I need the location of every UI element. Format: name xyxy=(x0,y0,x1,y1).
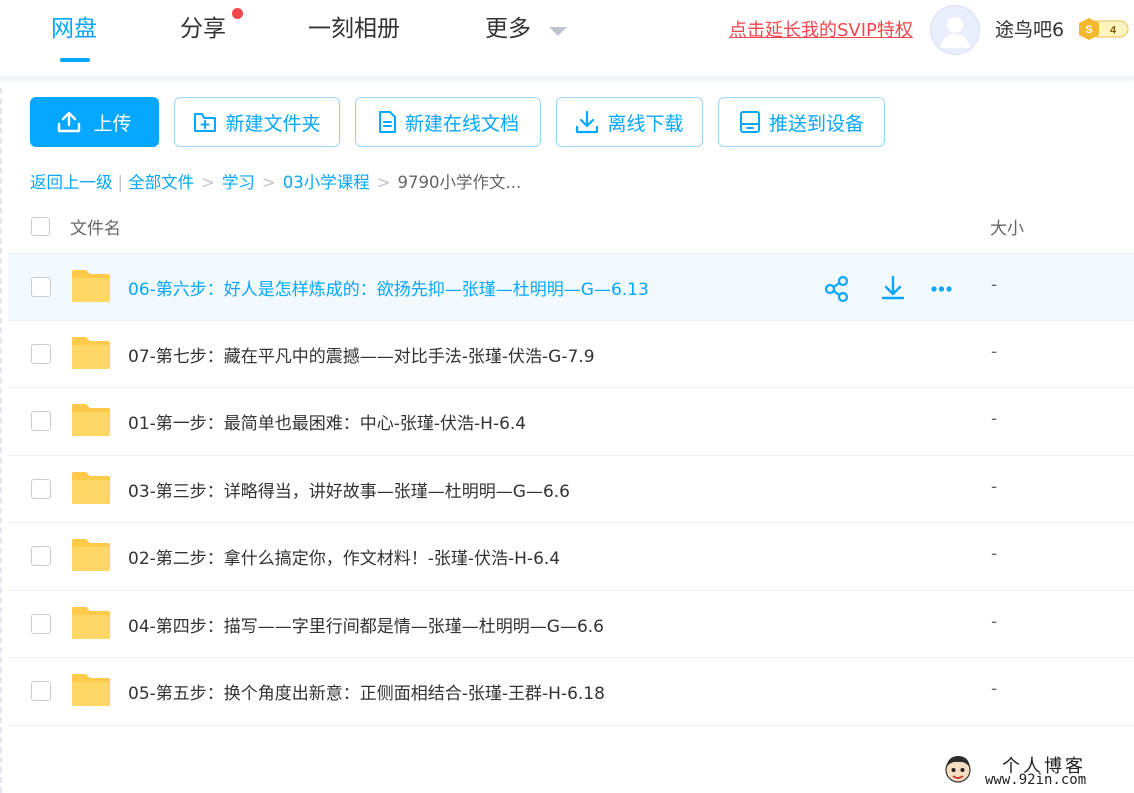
tab-album[interactable]: 一刻相册 xyxy=(308,12,400,46)
new-folder-label: 新建文件夹 xyxy=(225,112,321,135)
breadcrumb-current: 9790小学作文... xyxy=(397,173,522,192)
folder-plus-icon xyxy=(194,113,217,132)
file-size: - xyxy=(991,544,998,564)
push-device-label: 推送到设备 xyxy=(768,112,864,135)
table-row[interactable]: 01-第一步：最简单也最困难：中心-张瑾-伏浩-H-6.4 - xyxy=(8,387,1134,454)
vip-level-number: 4 xyxy=(1110,25,1117,37)
folder-icon xyxy=(72,539,110,571)
file-size: - xyxy=(991,275,998,295)
table-row[interactable]: 07-第七步：藏在平凡中的震撼——对比手法-张瑾-伏浩-G-7.9 - xyxy=(8,320,1134,387)
table-row[interactable]: 02-第二步：拿什么搞定你，作文材料！-张瑾-伏浩-H-6.4 - xyxy=(8,522,1134,589)
active-tab-indicator xyxy=(60,58,90,62)
row-checkbox[interactable] xyxy=(31,411,51,431)
file-name[interactable]: 07-第七步：藏在平凡中的震撼——对比手法-张瑾-伏浩-G-7.9 xyxy=(128,342,595,367)
breadcrumb-back[interactable]: 返回上一级 xyxy=(30,173,113,192)
file-name[interactable]: 04-第四步：描写——字里行间都是情—张瑾—杜明明—G—6.6 xyxy=(128,612,604,637)
tab-netdisk[interactable]: 网盘 xyxy=(51,12,97,46)
top-nav: 网盘 分享 一刻相册 更多 点击延长我的SVIP特权 途鸟吧6 S 4 xyxy=(0,0,1134,76)
share-icon[interactable] xyxy=(824,275,849,303)
file-size: - xyxy=(991,409,998,429)
breadcrumb-arrow: > xyxy=(376,173,391,192)
row-checkbox[interactable] xyxy=(31,681,51,701)
download-icon[interactable] xyxy=(881,275,905,300)
breadcrumb-primary-course[interactable]: 03小学课程 xyxy=(283,173,370,192)
tab-share[interactable]: 分享 xyxy=(180,12,226,46)
file-name[interactable]: 01-第一步：最简单也最困难：中心-张瑾-伏浩-H-6.4 xyxy=(128,409,526,434)
file-size: - xyxy=(991,612,998,632)
vip-level-badge[interactable]: S 4 xyxy=(1078,17,1130,45)
folder-icon xyxy=(72,472,110,504)
new-doc-label: 新建在线文档 xyxy=(404,112,519,135)
upload-icon xyxy=(58,111,81,133)
row-checkbox[interactable] xyxy=(31,614,51,634)
breadcrumb: 返回上一级 | 全部文件 > 学习 >03小学课程 >9790小学作文... xyxy=(30,169,521,193)
vip-symbol: S xyxy=(1085,24,1092,36)
table-bottom-border xyxy=(8,725,1134,726)
upload-label: 上传 xyxy=(93,112,132,135)
row-checkbox[interactable] xyxy=(31,479,51,499)
row-checkbox[interactable] xyxy=(31,277,51,297)
breadcrumb-study[interactable]: 学习 xyxy=(222,173,255,192)
select-all-checkbox[interactable] xyxy=(31,217,50,236)
more-icon[interactable] xyxy=(931,286,952,292)
row-checkbox[interactable] xyxy=(31,344,51,364)
new-folder-button[interactable]: 新建文件夹 xyxy=(174,97,340,147)
download-icon xyxy=(576,110,599,134)
file-size: - xyxy=(991,477,998,497)
chevron-down-icon[interactable] xyxy=(549,27,567,36)
notification-dot xyxy=(232,8,243,19)
column-header-name[interactable]: 文件名 xyxy=(70,214,121,239)
row-actions xyxy=(824,272,964,310)
table-row[interactable]: 04-第四步：描写——字里行间都是情—张瑾—杜明明—G—6.6 - xyxy=(8,590,1134,657)
file-size: - xyxy=(991,679,998,699)
offline-download-button[interactable]: 离线下载 xyxy=(556,97,703,147)
left-divider xyxy=(0,88,2,793)
offline-download-label: 离线下载 xyxy=(607,112,684,135)
device-icon xyxy=(739,111,760,133)
tab-more[interactable]: 更多 xyxy=(485,12,531,46)
column-header-size[interactable]: 大小 xyxy=(990,214,1024,239)
file-name[interactable]: 03-第三步：详略得当，讲好故事—张瑾—杜明明—G—6.6 xyxy=(128,477,570,502)
file-name[interactable]: 05-第五步：换个角度出新意：正侧面相结合-张瑾-王群-H-6.18 xyxy=(128,679,605,704)
file-size: - xyxy=(991,342,998,362)
user-avatar-icon xyxy=(940,17,970,48)
table-row[interactable]: 05-第五步：换个角度出新意：正侧面相结合-张瑾-王群-H-6.18 - xyxy=(8,657,1134,724)
folder-icon xyxy=(72,674,110,706)
breadcrumb-arrow: > xyxy=(261,173,276,192)
table-row[interactable]: 06-第六步：好人是怎样炼成的：欲扬先抑—张瑾—杜明明—G—6.13 - xyxy=(8,253,1134,320)
svip-renew-link[interactable]: 点击延长我的SVIP特权 xyxy=(729,16,913,42)
breadcrumb-divider: | xyxy=(117,173,124,192)
file-name[interactable]: 02-第二步：拿什么搞定你，作文材料！-张瑾-伏浩-H-6.4 xyxy=(128,544,560,569)
nav-shadow xyxy=(0,76,1134,86)
breadcrumb-arrow: > xyxy=(201,173,215,192)
mascot-logo-icon xyxy=(945,756,971,783)
upload-button[interactable]: 上传 xyxy=(30,97,159,147)
folder-icon xyxy=(72,337,110,369)
folder-icon xyxy=(72,607,110,639)
breadcrumb-all-files[interactable]: 全部文件 xyxy=(128,173,194,192)
username[interactable]: 途鸟吧6 xyxy=(995,15,1064,42)
row-checkbox[interactable] xyxy=(31,546,51,566)
document-icon xyxy=(378,111,396,133)
folder-icon xyxy=(72,270,110,302)
new-doc-button[interactable]: 新建在线文档 xyxy=(355,97,541,147)
file-name[interactable]: 06-第六步：好人是怎样炼成的：欲扬先抑—张瑾—杜明明—G—6.13 xyxy=(128,275,649,300)
avatar[interactable] xyxy=(930,5,980,55)
push-device-button[interactable]: 推送到设备 xyxy=(718,97,885,147)
folder-icon xyxy=(72,404,110,436)
table-row[interactable]: 03-第三步：详略得当，讲好故事—张瑾—杜明明—G—6.6 - xyxy=(8,455,1134,522)
watermark-url: www.92in.com xyxy=(985,772,1087,788)
